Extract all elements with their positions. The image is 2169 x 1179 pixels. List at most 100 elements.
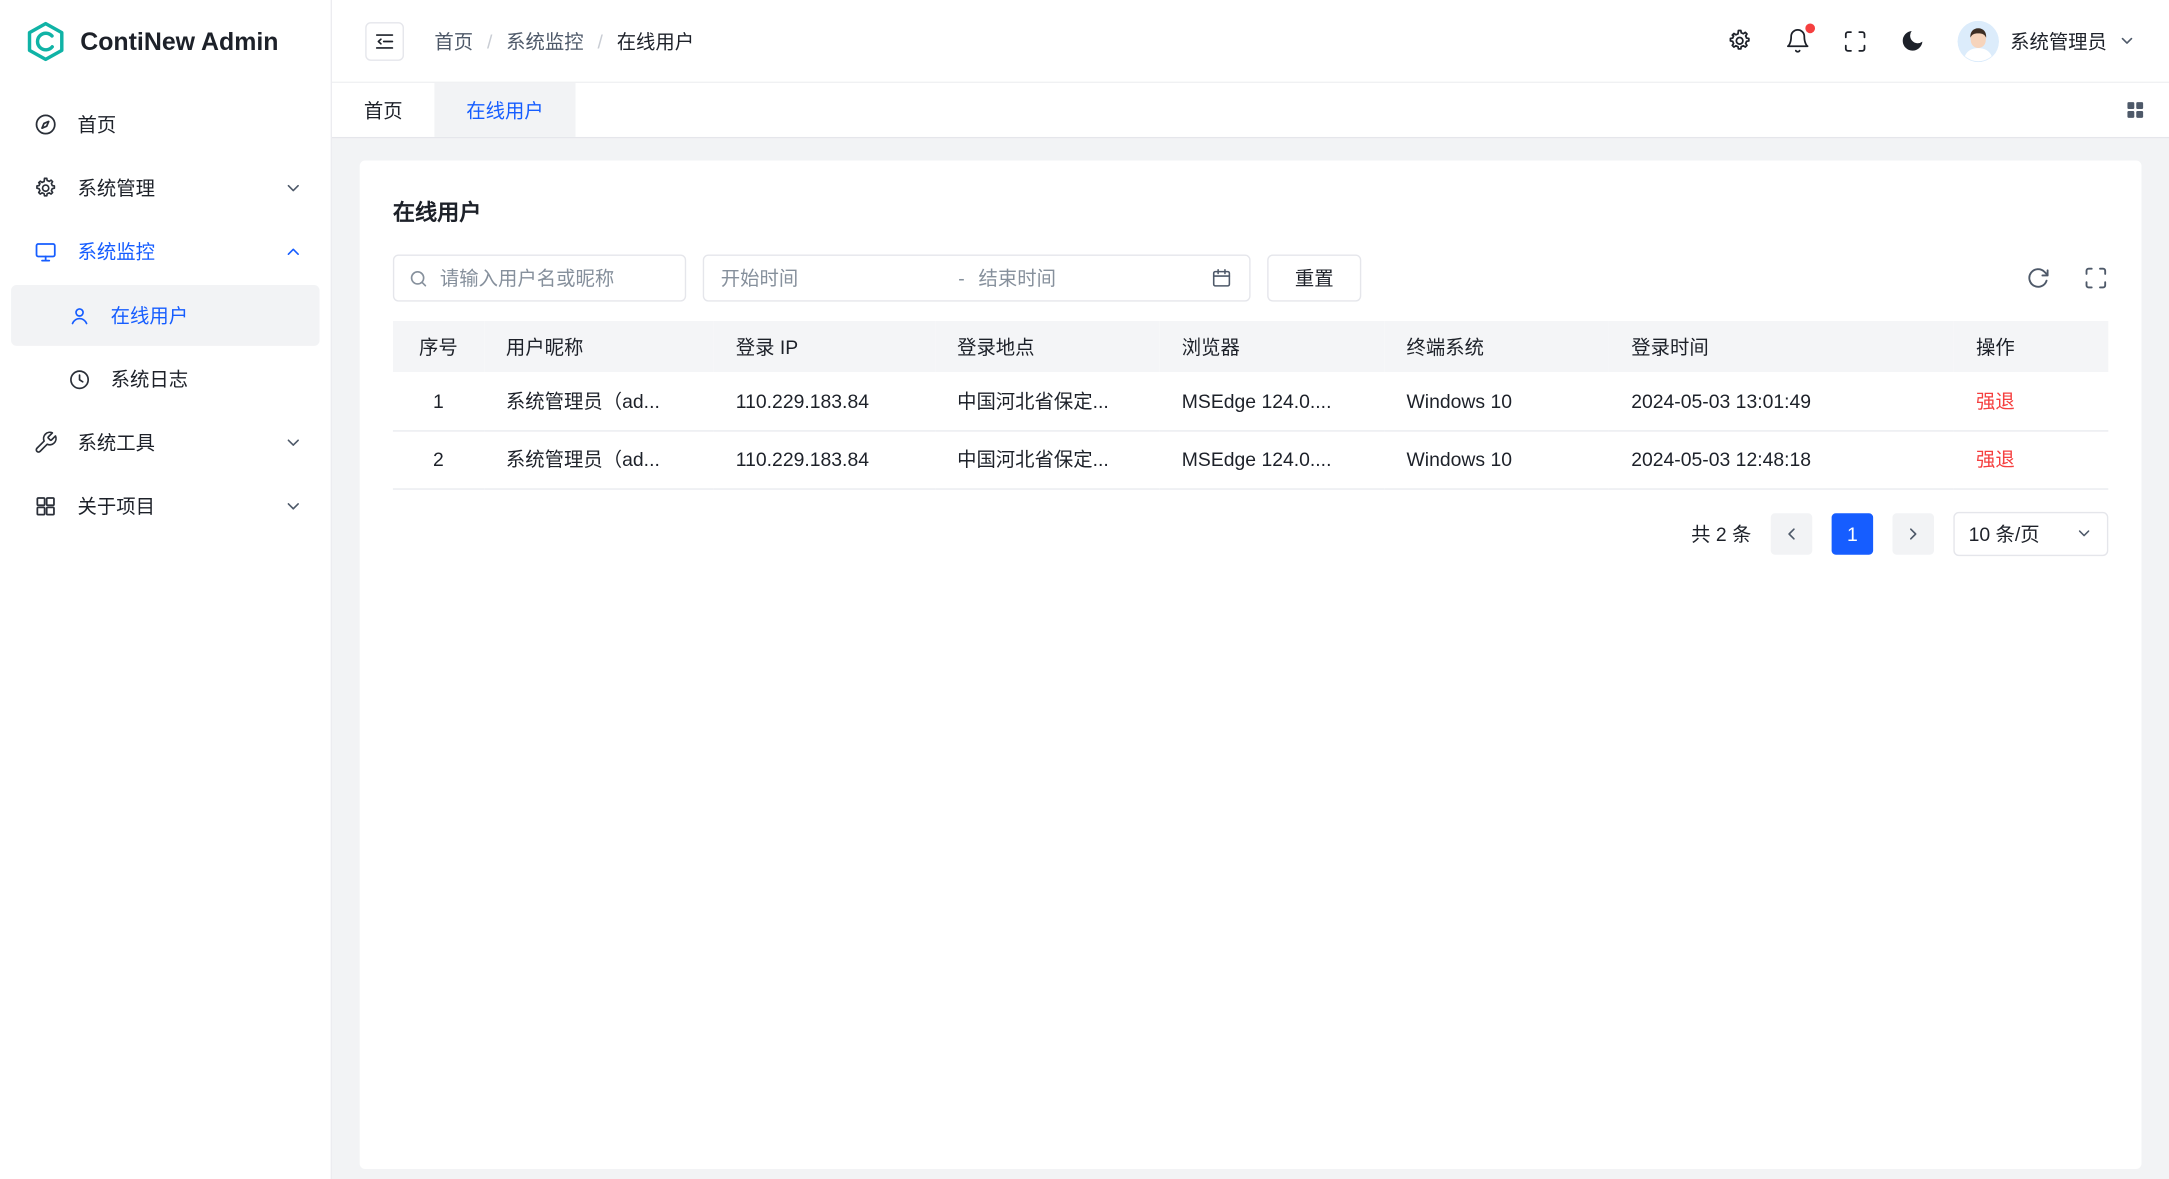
breadcrumb-item[interactable]: 系统监控 (506, 27, 583, 55)
sidebar: ContiNew Admin 首页 系统管理 (0, 0, 332, 1179)
content-area: 在线用户 - 重置 (332, 138, 2169, 1179)
prev-page-button[interactable] (1771, 513, 1813, 555)
table-header-cell: 登录时间 (1609, 321, 1954, 372)
sidebar-item-label: 系统日志 (111, 365, 188, 393)
cell-action: 强退 (1954, 372, 2108, 430)
cell-index: 2 (393, 430, 484, 488)
cell-nickname: 系统管理员（ad... (484, 372, 714, 430)
sidebar-item-label: 在线用户 (111, 302, 188, 330)
expand-icon (2083, 266, 2108, 291)
top-bar: 首页 / 系统监控 / 在线用户 (332, 0, 2169, 83)
avatar (1958, 20, 2000, 62)
search-input[interactable] (440, 267, 671, 289)
chevron-down-icon (2118, 32, 2136, 50)
logo[interactable]: ContiNew Admin (0, 0, 331, 83)
chevron-right-icon (1904, 524, 1923, 543)
apps-grid-icon (33, 494, 58, 519)
page-size-select[interactable]: 10 条/页 (1953, 511, 2108, 555)
clock-icon (66, 367, 91, 392)
sidebar-item-about-project[interactable]: 关于项目 (11, 476, 319, 537)
sidebar-collapse-button[interactable] (365, 21, 404, 60)
tab-home[interactable]: 首页 (332, 83, 434, 137)
compass-icon (33, 112, 58, 137)
reset-button[interactable]: 重置 (1267, 255, 1361, 302)
cell-ip: 110.229.183.84 (714, 372, 935, 430)
tab-online-users[interactable]: 在线用户 (434, 83, 575, 137)
cell-ip: 110.229.183.84 (714, 430, 935, 488)
next-page-button[interactable] (1892, 513, 1934, 555)
sidebar-item-label: 系统工具 (77, 429, 154, 457)
gear-icon (1726, 28, 1752, 54)
cell-login-time: 2024-05-03 12:48:18 (1609, 430, 1954, 488)
breadcrumb: 首页 / 系统监控 / 在线用户 (434, 27, 694, 55)
sidebar-item-label: 关于项目 (77, 492, 154, 520)
pagination: 共 2 条 1 10 条/页 (393, 511, 2108, 555)
cell-login-time: 2024-05-03 13:01:49 (1609, 372, 1954, 430)
sidebar-item-system-monitor[interactable]: 系统监控 (11, 221, 319, 282)
app-root: ContiNew Admin 首页 系统管理 (0, 0, 2169, 1179)
refresh-button[interactable] (2025, 266, 2050, 291)
table-header-cell: 登录 IP (714, 321, 935, 372)
toolbar: - 重置 (393, 255, 2108, 302)
settings-button[interactable] (1726, 28, 1752, 54)
fullscreen-button[interactable] (1843, 28, 1868, 53)
search-input-wrapper (393, 255, 686, 302)
breadcrumb-separator: / (487, 30, 492, 52)
notifications-button[interactable] (1785, 28, 1811, 54)
moon-icon (1899, 28, 1925, 54)
refresh-icon (2025, 266, 2050, 291)
sidebar-item-system-tools[interactable]: 系统工具 (11, 412, 319, 473)
sidebar-item-system-management[interactable]: 系统管理 (11, 158, 319, 219)
chevron-left-icon (1782, 524, 1801, 543)
chevron-up-icon (284, 242, 303, 261)
cell-browser: MSEdge 124.0.... (1160, 430, 1385, 488)
force-logout-link[interactable]: 强退 (1976, 448, 2015, 470)
chevron-down-icon (2075, 524, 2093, 542)
tab-list-button[interactable] (2124, 83, 2148, 137)
cell-nickname: 系统管理员（ad... (484, 430, 714, 488)
online-users-table: 序号 用户昵称 登录 IP 登录地点 浏览器 终端系统 登录时间 操作 1 (393, 321, 2108, 489)
cell-os: Windows 10 (1384, 430, 1609, 488)
cell-location: 中国河北省保定... (935, 372, 1160, 430)
scale-wrapper: ContiNew Admin 首页 系统管理 (0, 0, 2169, 1179)
calendar-icon (1210, 267, 1232, 289)
force-logout-link[interactable]: 强退 (1976, 390, 2015, 412)
table-header-row: 序号 用户昵称 登录 IP 登录地点 浏览器 终端系统 登录时间 操作 (393, 321, 2108, 372)
date-range-picker[interactable]: - (703, 255, 1251, 302)
sidebar-item-online-users[interactable]: 在线用户 (11, 285, 319, 346)
user-menu[interactable]: 系统管理员 (1958, 20, 2136, 62)
grid-icon (2124, 98, 2148, 122)
sidebar-item-home[interactable]: 首页 (11, 94, 319, 155)
page-size-value: 10 条/页 (1969, 519, 2040, 547)
gear-icon (33, 176, 58, 201)
chevron-down-icon (284, 497, 303, 516)
table-row: 2 系统管理员（ad... 110.229.183.84 中国河北省保定... … (393, 430, 2108, 488)
pagination-total: 共 2 条 (1691, 519, 1751, 547)
table-header-cell: 操作 (1954, 321, 2108, 372)
theme-toggle-button[interactable] (1899, 28, 1925, 54)
app-title: ContiNew Admin (80, 27, 278, 56)
cell-action: 强退 (1954, 430, 2108, 488)
page-number-button[interactable]: 1 (1832, 513, 1874, 555)
search-icon (408, 268, 429, 289)
chevron-down-icon (284, 178, 303, 197)
tab-label: 在线用户 (466, 96, 543, 124)
breadcrumb-item-current: 在线用户 (617, 27, 694, 55)
sidebar-item-label: 系统监控 (77, 238, 154, 266)
table-header-cell: 登录地点 (935, 321, 1160, 372)
table-header-cell: 用户昵称 (484, 321, 714, 372)
table-header-cell: 浏览器 (1160, 321, 1385, 372)
cell-os: Windows 10 (1384, 372, 1609, 430)
end-date-input[interactable] (979, 267, 1203, 289)
tab-label: 首页 (364, 96, 403, 124)
breadcrumb-item[interactable]: 首页 (434, 27, 473, 55)
sidebar-item-label: 首页 (77, 111, 116, 139)
table-fullscreen-button[interactable] (2083, 266, 2108, 291)
user-icon (66, 303, 91, 328)
chevron-down-icon (284, 433, 303, 452)
start-date-input[interactable] (721, 267, 945, 289)
cell-index: 1 (393, 372, 484, 430)
cell-location: 中国河北省保定... (935, 430, 1160, 488)
table-header-cell: 终端系统 (1384, 321, 1609, 372)
sidebar-item-system-logs[interactable]: 系统日志 (11, 349, 319, 410)
